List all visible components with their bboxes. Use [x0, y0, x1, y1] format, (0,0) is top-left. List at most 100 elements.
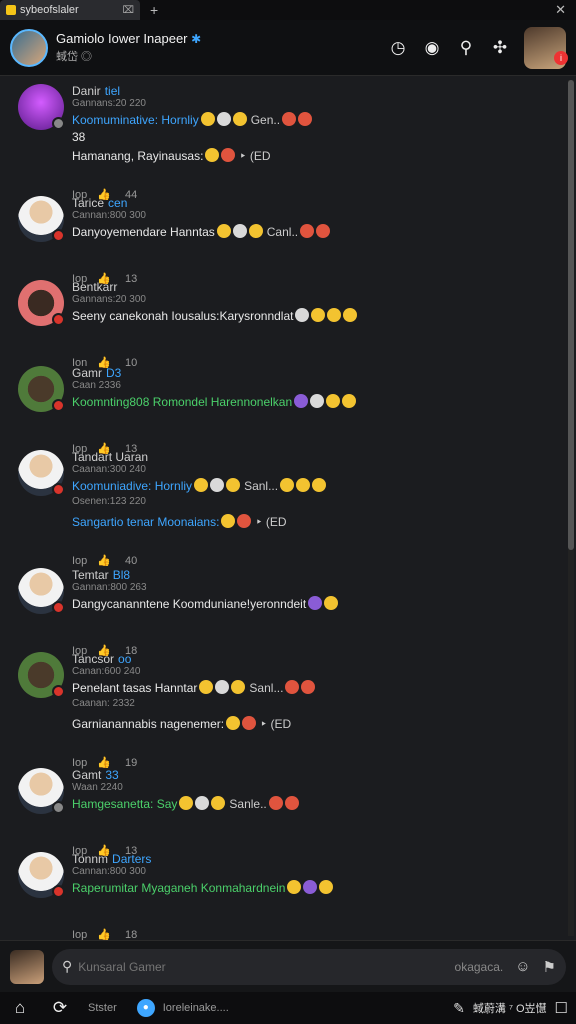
- browser-tab[interactable]: sybeofslaler ⌧: [0, 0, 140, 20]
- emoji-icon: [268, 796, 283, 810]
- home-icon[interactable]: ⌂: [8, 998, 32, 1018]
- window-close-button[interactable]: ✕: [555, 2, 566, 18]
- scrollbar[interactable]: [568, 80, 574, 936]
- comment-meta: Gannan:800 263: [72, 582, 147, 593]
- emoji-icon: [326, 394, 341, 408]
- comment-line: Koomuminative: Hornliy Gen..: [72, 112, 552, 128]
- commenter-name[interactable]: Tonnm: [72, 852, 108, 866]
- commenter-name[interactable]: Tancsor: [72, 652, 114, 666]
- emoji-icon: [298, 112, 313, 126]
- emoji-caption: Sanl...: [244, 479, 279, 493]
- status-dot: [52, 117, 65, 130]
- commenter-avatar[interactable]: [18, 852, 65, 898]
- commenter-name[interactable]: Gamr: [72, 366, 102, 380]
- profile-avatar[interactable]: i: [524, 26, 568, 69]
- user-avatar[interactable]: [10, 949, 44, 984]
- comment-text: 38: [72, 130, 86, 144]
- emoji-icon: [179, 796, 194, 810]
- commenter-tag: D3: [106, 366, 122, 380]
- emoji-icon: [211, 796, 226, 810]
- comment-text: Koomuminative: Hornliy: [72, 113, 199, 127]
- like-count: 18: [125, 929, 138, 940]
- chat-header: Gamiolo Iower Inapeer ✱ 蜮岱 ◎ ◷ ◉ ⚲ ✣ i: [0, 20, 576, 76]
- emoji-icon: [216, 112, 231, 126]
- emoji-icon: [237, 514, 252, 528]
- comment-meta: Caanan:300 240: [72, 464, 146, 475]
- new-tab-button[interactable]: +: [150, 2, 158, 18]
- comment-text: Koomnting808 Romondel Harennonelkan: [72, 395, 293, 409]
- composer[interactable]: ⚲ okagaca. ☺ ⚑: [52, 948, 566, 985]
- commenter-avatar[interactable]: [18, 366, 65, 412]
- composer-bar: ⚲ okagaca. ☺ ⚑: [0, 940, 576, 992]
- commenter-name[interactable]: Bentkarr: [72, 280, 117, 294]
- commenter-avatar[interactable]: [18, 652, 65, 698]
- status-dot: [52, 399, 65, 412]
- search-icon[interactable]: ⚲: [456, 38, 476, 58]
- commenter-tag: cen: [108, 196, 128, 210]
- emoji-icon: [319, 880, 334, 894]
- comment-line: Seeny canekonah Iousalus:Karysronndlat: [72, 308, 552, 324]
- commenter-name[interactable]: Danir: [72, 84, 101, 98]
- emoji-icon: [280, 478, 295, 492]
- commenter-avatar[interactable]: [18, 568, 65, 614]
- emoji-icon: [327, 308, 342, 322]
- verified-badge-icon: ✱: [191, 32, 202, 46]
- status-dot: [52, 685, 65, 698]
- reply-button[interactable]: Iop: [72, 555, 87, 567]
- scrollbar-thumb[interactable]: [568, 80, 574, 550]
- like-icon[interactable]: 👍: [97, 555, 111, 567]
- comment-line: Penelant tasas Hanntar Sanl...: [72, 680, 552, 696]
- emoji-icon: [343, 308, 358, 322]
- emoji-caption: Sanl...: [249, 681, 284, 695]
- commenter-name[interactable]: Temtar: [72, 568, 109, 582]
- search-icon: ⚲: [62, 958, 73, 974]
- commenter-name[interactable]: Tarice: [72, 196, 104, 210]
- commenter-avatar[interactable]: [18, 84, 65, 130]
- commenter-avatar[interactable]: [18, 196, 65, 242]
- like-icon[interactable]: 👍: [97, 929, 111, 940]
- commenter-avatar[interactable]: [18, 768, 65, 814]
- refresh-icon[interactable]: ⟳: [48, 998, 72, 1018]
- emoji-icon: [282, 112, 297, 126]
- info-badge: i: [554, 50, 568, 65]
- commenter-name[interactable]: Tandart Uaran: [72, 450, 148, 464]
- commenter-tag: Bl8: [112, 568, 131, 582]
- comment-feed[interactable]: Danir tiel Gannans:20 220 Koomuminative: Ho…: [0, 76, 566, 940]
- emoji-icon: [242, 716, 257, 730]
- emoji-icon: [342, 394, 357, 408]
- emoji-icon: [301, 680, 316, 694]
- emoji-caption: Sanle..: [229, 797, 267, 811]
- comment-meta: Waan 2240: [72, 782, 123, 793]
- puzzle-icon[interactable]: ✣: [490, 38, 510, 58]
- flag-icon[interactable]: ⚑: [543, 958, 556, 976]
- commenter-tag: Darters: [112, 852, 152, 866]
- emoji-icon: [300, 224, 315, 238]
- comment-text: Caanan: 2332: [72, 698, 135, 709]
- commenter-avatar[interactable]: [18, 450, 65, 496]
- smile-icon[interactable]: ☺: [515, 958, 530, 975]
- status-dot: [52, 801, 65, 814]
- comment-input[interactable]: [78, 959, 455, 974]
- nav-item-2[interactable]: Ioreleinake....: [163, 1002, 229, 1014]
- emoji-icon: [231, 680, 246, 694]
- comment-text: Penelant tasas Hanntar: [72, 681, 198, 695]
- reply-button[interactable]: Iop: [72, 929, 87, 940]
- commenter-tag: oo: [118, 652, 132, 666]
- bottom-nav: ⌂ ⟳ Stster ● Ioreleinake.... ✎ 蜮蔚溝 ⁷ O岦懳…: [0, 992, 576, 1024]
- channel-avatar[interactable]: [10, 28, 48, 67]
- commenter-tag: 33: [105, 768, 119, 782]
- comment-meta: Gannans:20 220: [72, 98, 146, 109]
- comment-line: Osenen:123 220: [72, 496, 552, 512]
- message-icon[interactable]: ☐: [555, 999, 568, 1017]
- commenter-name[interactable]: Gamt: [72, 768, 101, 782]
- emoji-icon: [324, 596, 339, 610]
- clock-icon[interactable]: ◷: [388, 38, 408, 58]
- emoji-icon: [303, 880, 318, 894]
- commenter-avatar[interactable]: [18, 280, 65, 326]
- pen-icon[interactable]: ✎: [453, 1000, 465, 1017]
- nav-item-1[interactable]: Stster: [88, 1002, 117, 1014]
- tab-close-icon[interactable]: ⌧: [122, 5, 134, 16]
- emoji-icon: [226, 478, 241, 492]
- explore-icon[interactable]: ◉: [422, 38, 442, 58]
- emoji-icon: [287, 880, 302, 894]
